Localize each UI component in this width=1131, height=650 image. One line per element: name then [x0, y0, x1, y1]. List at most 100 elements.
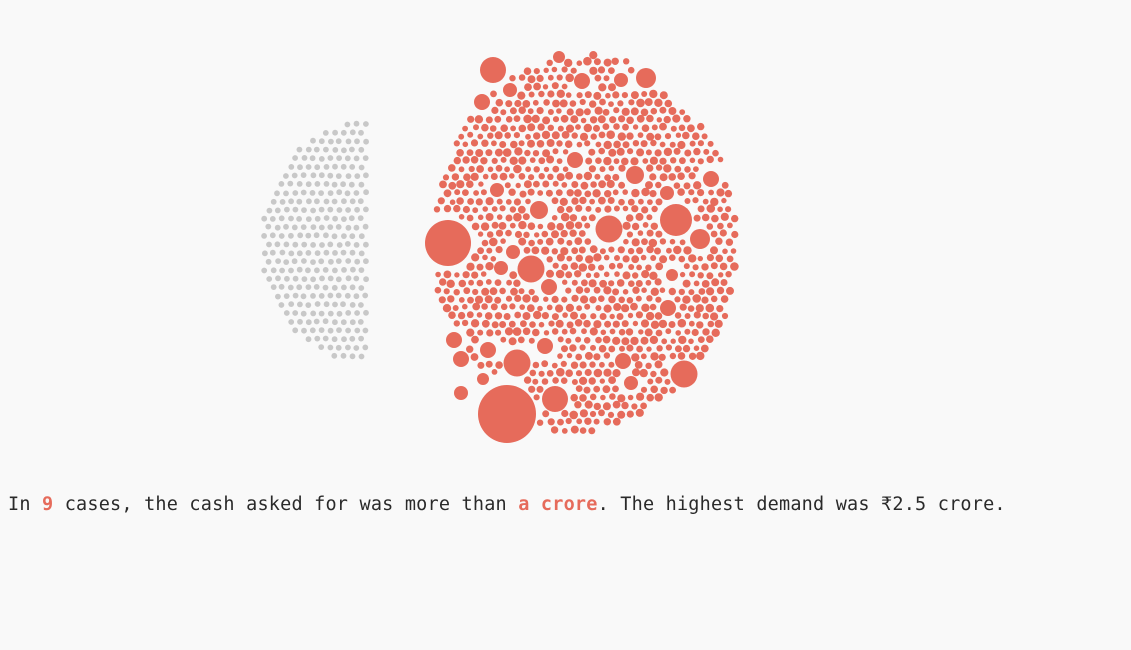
grey-case-bubble	[301, 155, 308, 161]
grey-case-bubble	[327, 190, 334, 197]
red-case-bubble	[621, 107, 630, 116]
red-case-bubble	[666, 247, 672, 254]
red-case-bubble	[688, 189, 695, 196]
red-case-bubble	[659, 91, 668, 100]
red-case-bubble	[571, 279, 578, 286]
red-case-bubble	[678, 124, 686, 132]
red-case-bubble	[523, 231, 530, 238]
red-case-bubble	[599, 313, 607, 320]
red-case-bubble	[705, 303, 715, 313]
grey-case-bubble	[318, 344, 325, 350]
red-case-bubble	[491, 369, 498, 375]
red-case-bubble	[622, 141, 630, 149]
grey-case-bubble	[313, 146, 320, 153]
red-case-bubble	[480, 57, 506, 83]
grey-case-bubble	[341, 336, 347, 343]
red-case-bubble	[663, 115, 671, 124]
red-case-bubble	[688, 352, 697, 360]
red-case-bubble	[608, 280, 615, 287]
red-case-bubble	[706, 155, 714, 164]
red-case-bubble	[673, 245, 682, 255]
red-case-bubble	[677, 188, 685, 196]
red-case-bubble	[654, 360, 663, 369]
red-case-bubble	[456, 180, 465, 189]
red-case-bubble	[526, 304, 535, 312]
red-case-bubble	[467, 198, 474, 205]
grey-case-bubble	[292, 190, 299, 196]
red-case-bubble	[583, 386, 591, 394]
red-case-bubble	[487, 166, 494, 173]
red-case-bubble	[527, 75, 536, 84]
red-case-bubble	[603, 271, 610, 278]
grey-case-bubble	[297, 318, 303, 325]
red-case-bubble	[632, 286, 640, 294]
red-case-bubble	[622, 189, 628, 195]
grey-case-bubble	[332, 129, 338, 136]
red-case-bubble	[581, 279, 588, 287]
red-case-bubble	[725, 206, 732, 213]
red-case-bubble	[518, 237, 527, 246]
red-case-bubble	[453, 156, 461, 165]
grey-case-bubble	[310, 293, 316, 299]
grey-case-bubble	[358, 250, 365, 257]
red-case-bubble	[599, 378, 605, 384]
red-case-bubble	[593, 91, 602, 100]
red-case-bubble	[578, 230, 586, 237]
red-case-bubble	[598, 180, 606, 189]
grey-case-bubble	[310, 276, 316, 283]
red-case-bubble	[500, 303, 508, 311]
red-case-bubble	[569, 410, 578, 420]
red-case-bubble	[555, 319, 564, 328]
red-case-bubble	[630, 91, 639, 100]
grey-case-bubble	[283, 293, 290, 299]
red-case-bubble	[485, 116, 493, 124]
red-case-bubble	[598, 344, 607, 353]
red-case-bubble	[505, 116, 513, 123]
red-case-bubble	[517, 205, 526, 214]
grey-case-bubble	[336, 327, 342, 333]
red-case-bubble	[569, 327, 577, 335]
grey-case-bubble	[363, 276, 369, 283]
red-case-bubble	[522, 327, 531, 336]
red-case-bubble	[442, 174, 450, 181]
red-case-bubble	[452, 305, 459, 311]
grey-case-bubble	[336, 207, 343, 213]
red-case-bubble	[717, 222, 724, 230]
grey-case-bubble	[301, 327, 307, 334]
red-case-bubble	[637, 132, 644, 139]
grey-case-bubble	[291, 224, 298, 231]
grey-case-bubble	[284, 206, 290, 213]
red-case-bubble	[655, 329, 663, 337]
red-case-bubble	[712, 149, 719, 157]
red-case-bubble	[683, 115, 691, 123]
red-case-bubble	[513, 279, 521, 287]
red-case-bubble	[532, 328, 540, 337]
grey-case-bubble	[353, 190, 360, 196]
red-case-bubble	[599, 279, 607, 288]
red-case-bubble	[655, 181, 662, 189]
grey-cluster	[261, 120, 369, 360]
red-case-bubble	[675, 132, 682, 138]
red-case-bubble	[607, 411, 615, 418]
red-case-bubble	[470, 319, 480, 328]
grey-case-bubble	[265, 258, 272, 265]
red-case-bubble	[714, 319, 723, 328]
grey-case-bubble	[318, 156, 325, 162]
red-case-bubble	[506, 279, 512, 286]
red-case-bubble	[603, 304, 612, 313]
grey-case-bubble	[336, 310, 343, 317]
red-case-bubble	[618, 296, 625, 304]
grey-case-bubble	[349, 198, 356, 205]
red-case-bubble	[561, 428, 568, 434]
red-case-bubble	[569, 214, 578, 222]
red-case-bubble	[623, 238, 629, 245]
grey-case-bubble	[313, 284, 320, 290]
red-case-bubble	[522, 213, 530, 221]
red-case-bubble	[654, 133, 662, 141]
red-case-bubble	[627, 312, 634, 319]
red-case-bubble	[622, 123, 629, 131]
red-case-bubble	[499, 141, 507, 148]
red-case-bubble	[663, 164, 672, 173]
red-case-bubble	[503, 313, 511, 320]
red-case-bubble	[513, 164, 522, 174]
